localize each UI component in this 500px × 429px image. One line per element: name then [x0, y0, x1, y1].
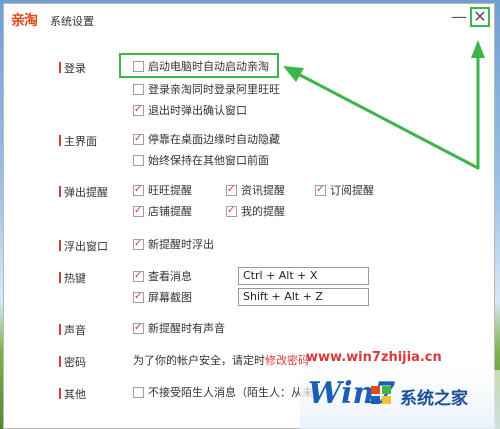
windows-flag-icon — [371, 386, 391, 404]
watermark: www.win7zhijia.cn Win7 系统之家 — [300, 350, 500, 429]
watermark-site-name: 系统之家 — [400, 389, 468, 409]
watermark-url: www.win7zhijia.cn — [306, 350, 442, 365]
arrow-left-line — [298, 73, 480, 170]
arrow-up-head — [471, 40, 485, 58]
watermark-logo: Win7 系统之家 — [300, 370, 500, 429]
